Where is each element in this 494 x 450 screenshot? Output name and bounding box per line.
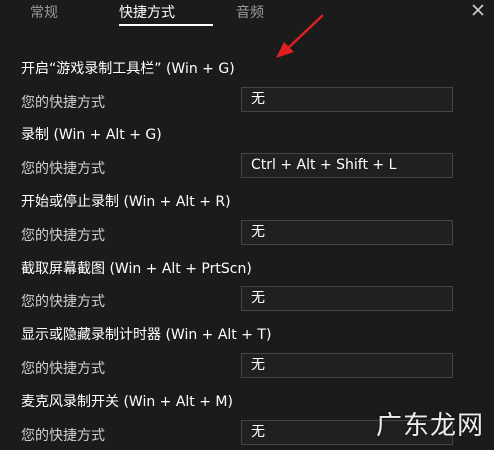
shortcut-label: 您的快捷方式 xyxy=(21,161,105,177)
tab-shortcuts[interactable]: 快捷方式 xyxy=(119,2,175,22)
shortcut-title: 录制 (Win + Alt + G) xyxy=(21,127,162,143)
shortcut-title: 显示或隐藏录制计时器 (Win + Alt + T) xyxy=(21,327,272,343)
shortcut-label: 您的快捷方式 xyxy=(21,228,105,244)
tab-audio[interactable]: 音频 xyxy=(236,2,264,22)
tab-general[interactable]: 常规 xyxy=(30,2,58,22)
shortcut-title: 开启“游戏录制工具栏” (Win + G) xyxy=(21,61,235,77)
shortcut-label: 您的快捷方式 xyxy=(21,95,105,111)
shortcut-title: 麦克风录制开关 (Win + Alt + M) xyxy=(21,394,233,410)
shortcut-label: 您的快捷方式 xyxy=(21,361,105,377)
shortcut-input[interactable]: 无 xyxy=(241,353,453,378)
annotation-arrow-icon xyxy=(276,14,324,58)
shortcut-input[interactable]: 无 xyxy=(241,87,453,112)
watermark: 广东龙网 xyxy=(375,411,484,441)
shortcut-label: 您的快捷方式 xyxy=(21,294,105,310)
shortcut-title: 截取屏幕截图 (Win + Alt + PrtScn) xyxy=(21,261,252,277)
shortcut-input[interactable]: Ctrl + Alt + Shift + L xyxy=(241,153,453,178)
shortcut-input[interactable]: 无 xyxy=(241,220,453,245)
shortcut-label: 您的快捷方式 xyxy=(21,428,105,444)
shortcut-title: 开始或停止录制 (Win + Alt + R) xyxy=(21,194,231,210)
active-tab-indicator xyxy=(119,24,213,26)
close-icon[interactable] xyxy=(470,2,486,18)
tab-bar: 常规 快捷方式 音频 xyxy=(0,0,494,26)
shortcut-input[interactable]: 无 xyxy=(241,286,453,311)
